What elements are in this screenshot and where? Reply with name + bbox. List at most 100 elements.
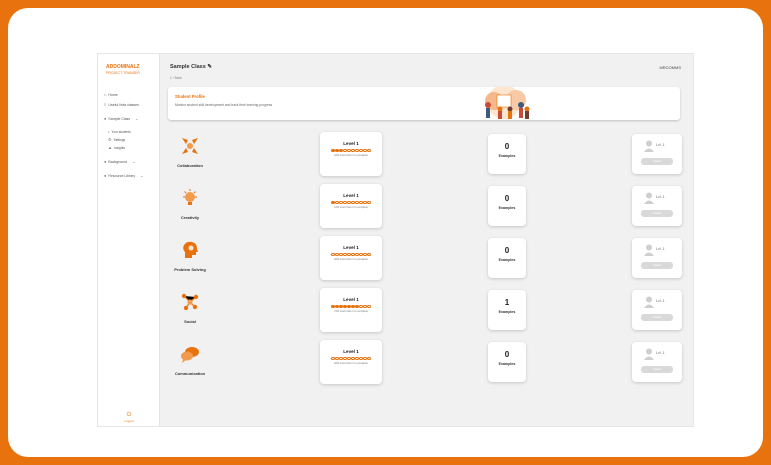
badge-person-icon [644, 140, 654, 152]
award-button[interactable]: Award [641, 158, 673, 165]
level-progress-text: 2/20 more than 1 to complete [334, 154, 368, 158]
level-card[interactable]: Level 1 2/20 more than 1 to complete [320, 132, 382, 176]
examples-count: 1 [504, 298, 510, 307]
level-progress-dots [320, 149, 382, 153]
examples-card[interactable]: 0 Examples [488, 186, 526, 226]
examples-label: Examples [498, 362, 516, 366]
logout-label: Logout [124, 419, 134, 423]
user-name[interactable]: MRCOMMS [659, 65, 681, 70]
progress-dot [347, 253, 351, 257]
sidebar-item-resource-library[interactable]: ● Resource Library ⌄ [104, 173, 143, 178]
progress-dot [363, 253, 367, 257]
skill-name: Collaboration [177, 163, 203, 168]
progress-dot [339, 305, 343, 309]
students-illustration-icon [485, 87, 530, 119]
level-label: Level 1 [343, 193, 359, 198]
users-icon: ● [104, 159, 107, 164]
progress-dot [351, 357, 355, 361]
progress-dot [335, 305, 339, 309]
progress-dot [359, 253, 363, 257]
brand-subtitle: PROJECT TRANSER [106, 71, 140, 75]
badge-card: Lvl. 1 Award [632, 342, 682, 382]
progress-dot [355, 357, 359, 361]
examples-label: Examples [498, 310, 516, 314]
badge-level: Lvl. 1 [656, 247, 665, 251]
award-button[interactable]: Award [641, 210, 673, 217]
skill-category: Collaboration [170, 136, 210, 168]
brand-logo[interactable]: ADDOMINALZ PROJECT TRANSER [106, 64, 140, 76]
gear-icon: ⚙ [108, 137, 112, 142]
progress-dot [363, 305, 367, 309]
examples-card[interactable]: 1 Examples [488, 290, 526, 330]
level-card[interactable]: Level 1 1/20 more than 1 to complete [320, 184, 382, 228]
examples-count: 0 [504, 350, 510, 359]
progress-dot [339, 253, 343, 257]
examples-label: Examples [498, 154, 516, 158]
examples-count: 0 [504, 194, 510, 203]
banner-subtitle: Monitor student skill development and tr… [175, 103, 273, 107]
badge-card: Lvl. 1 Award [632, 186, 682, 226]
edit-icon[interactable]: ✎ [207, 64, 212, 70]
progress-dot [359, 305, 363, 309]
sidebar-item-useful-links[interactable]: ≡ Useful links classes [104, 102, 139, 107]
badge-card: Lvl. 1 Award [632, 238, 682, 278]
skill-row-problem-solving: Problem Solving Level 1 0/20 more than 1… [160, 236, 693, 280]
progress-dot [363, 357, 367, 361]
sidebar-item-label: Settings [113, 137, 126, 142]
level-progress-dots [320, 201, 382, 205]
sidebar: ADDOMINALZ PROJECT TRANSER ⌂ Home ≡ Useful… [98, 54, 160, 426]
level-progress-text: 0/20 more than 1 to complete [334, 258, 368, 262]
level-card[interactable]: Level 1 0/20 more than 1 to complete [320, 236, 382, 280]
badge-card: Lvl. 1 Award [632, 290, 682, 330]
skill-name: Communication [174, 371, 206, 376]
award-button[interactable]: Award [641, 366, 673, 373]
progress-dot [339, 149, 343, 153]
progress-dot [343, 357, 347, 361]
progress-dot [359, 357, 363, 361]
badge-level: Lvl. 1 [656, 351, 665, 355]
progress-dot [359, 149, 363, 153]
examples-label: Examples [498, 206, 516, 210]
examples-card[interactable]: 0 Examples [488, 238, 526, 278]
badge-level: Lvl. 1 [656, 195, 665, 199]
sidebar-item-insights[interactable]: ▲ Insights [108, 145, 125, 150]
app-window: ADDOMINALZ PROJECT TRANSER ⌂ Home ≡ Useful… [97, 53, 694, 427]
examples-card[interactable]: 0 Examples [488, 342, 526, 382]
level-label: Level 1 [343, 141, 359, 146]
badge-person-icon [644, 296, 654, 308]
users-icon: ● [104, 173, 107, 178]
level-progress-dots [320, 305, 382, 309]
network-icon [181, 293, 199, 311]
award-button[interactable]: Award [641, 314, 673, 321]
breadcrumb[interactable]: 1 / Back [170, 76, 182, 80]
skill-name: Problem Solving [174, 267, 206, 272]
head-gears-icon [183, 241, 198, 258]
examples-label: Examples [498, 258, 516, 262]
progress-dot [339, 357, 343, 361]
examples-card[interactable]: 0 Examples [488, 134, 526, 174]
skill-row-communication: Communication Level 1 0/20 more than 1 t… [160, 340, 693, 384]
level-card[interactable]: Level 1 0/20 more than 1 to complete [320, 340, 382, 384]
logout-button[interactable]: ⏻ Logout [122, 412, 136, 423]
sidebar-item-background[interactable]: ● Background ⌄ [104, 159, 135, 164]
progress-dot [355, 253, 359, 257]
skill-category: Creativity [170, 188, 210, 220]
progress-dot [347, 357, 351, 361]
logout-icon: ⏻ [126, 412, 132, 418]
progress-dot [347, 201, 351, 205]
progress-dot [335, 253, 339, 257]
sidebar-item-your-students[interactable]: • Your students [108, 129, 131, 134]
sidebar-item-settings[interactable]: ⚙ Settings [108, 137, 125, 142]
level-card[interactable]: Level 1 7/20 more than 1 to complete [320, 288, 382, 332]
sidebar-item-sample-class[interactable]: ● Sample Class ⌄ [104, 116, 138, 121]
sidebar-item-home[interactable]: ⌂ Home [104, 92, 118, 97]
progress-dot [331, 357, 335, 361]
progress-dot [343, 253, 347, 257]
progress-dot [355, 201, 359, 205]
chevron-down-icon: ⌄ [135, 116, 139, 121]
level-progress-dots [320, 253, 382, 257]
skill-category: Social [170, 292, 210, 324]
progress-dot [331, 253, 335, 257]
award-button[interactable]: Award [641, 262, 673, 269]
sidebar-item-label: Resource Library [108, 173, 136, 178]
